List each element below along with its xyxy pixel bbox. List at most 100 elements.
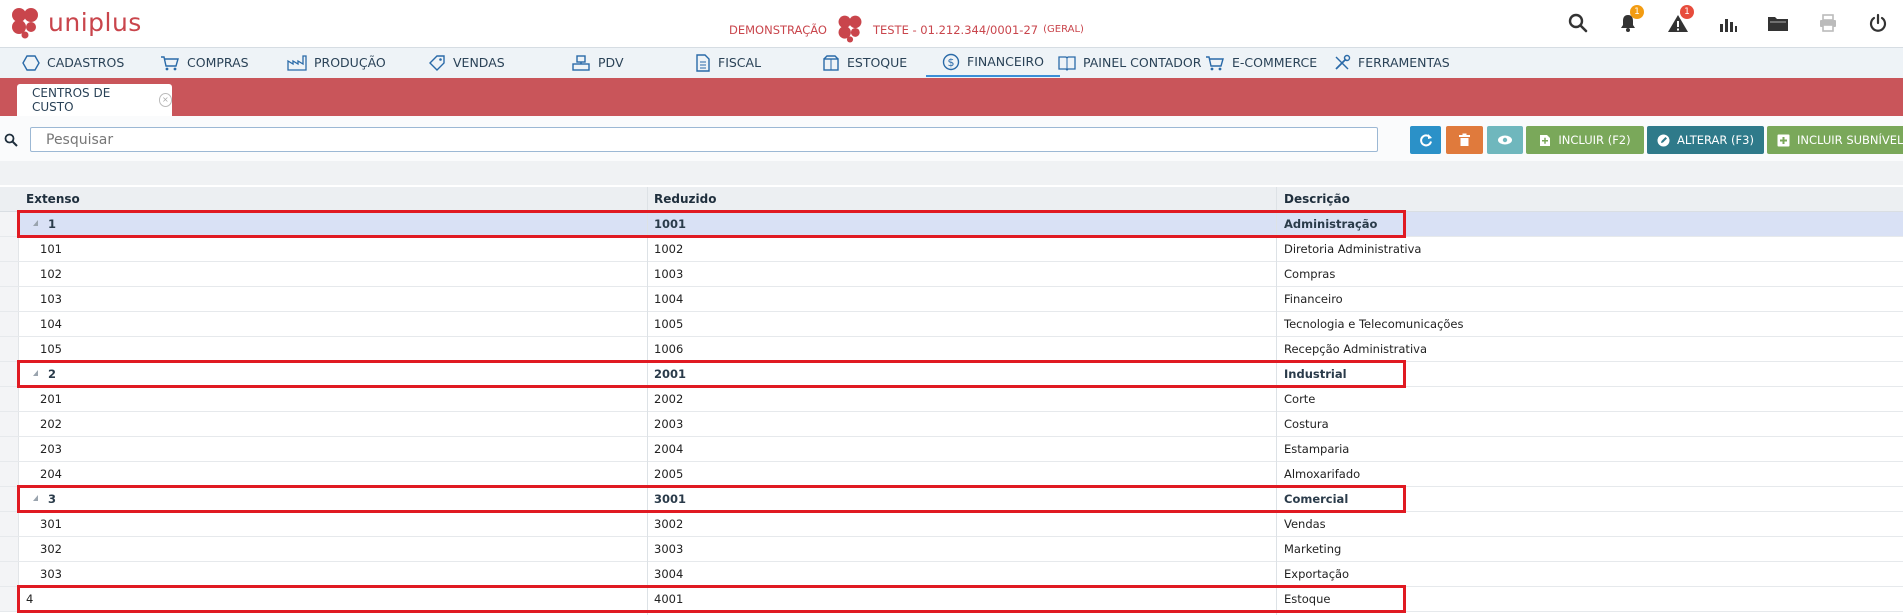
nav-financeiro[interactable]: $ FINANCEIRO	[926, 48, 1060, 77]
row-gutter	[0, 412, 19, 436]
row-gutter	[0, 337, 19, 361]
cell-descricao: Almoxarifado	[1284, 467, 1361, 481]
cell-descricao: Recepção Administrativa	[1284, 342, 1427, 356]
cell-extenso: 302	[40, 542, 62, 556]
row-gutter	[0, 437, 19, 461]
incluir-subnivel-button[interactable]: INCLUIR SUBNÍVEL	[1767, 126, 1903, 154]
group-row[interactable]: 2 2001 Industrial	[0, 362, 1903, 387]
row-gutter	[0, 312, 19, 336]
row-gutter	[0, 462, 19, 486]
row-gutter	[0, 237, 19, 261]
reports-button[interactable]	[1703, 0, 1753, 46]
power-icon	[1869, 13, 1887, 32]
cell-extenso: 301	[40, 517, 62, 531]
table-row[interactable]: 201 2002 Corte	[0, 387, 1903, 412]
table-row[interactable]: 104 1005 Tecnologia e Telecomunicações	[0, 312, 1903, 337]
cart-icon	[161, 55, 179, 70]
cell-extenso: 201	[40, 392, 62, 406]
nav-label: FISCAL	[718, 55, 762, 70]
cell-extenso: 104	[40, 317, 62, 331]
cell-extenso: 102	[40, 267, 62, 281]
logo-icon	[12, 8, 38, 39]
column-divider	[647, 187, 648, 615]
cell-reduzido: 2004	[654, 442, 684, 456]
cell-reduzido: 2005	[654, 467, 684, 481]
cell-reduzido: 2002	[654, 392, 684, 406]
expand-toggle-icon[interactable]	[33, 220, 38, 226]
trash-icon	[1459, 133, 1470, 146]
table-row[interactable]: 204 2005 Almoxarifado	[0, 462, 1903, 487]
print-button[interactable]	[1803, 0, 1853, 46]
eye-icon	[1498, 135, 1512, 145]
edit-icon	[1657, 134, 1670, 146]
nav-label: COMPRAS	[187, 55, 249, 70]
cell-descricao: Diretoria Administrativa	[1284, 242, 1422, 256]
plus-square-icon	[1777, 134, 1790, 146]
table-row[interactable]: 203 2004 Estamparia	[0, 437, 1903, 462]
cell-reduzido: 2003	[654, 417, 684, 431]
view-button[interactable]	[1487, 126, 1523, 154]
cell-descricao: Exportação	[1284, 567, 1350, 581]
search-input[interactable]	[30, 127, 1378, 152]
notifications-button[interactable]: 1	[1603, 0, 1653, 46]
search-button[interactable]	[1553, 0, 1603, 46]
expand-toggle-icon[interactable]	[33, 495, 38, 501]
nav-compras[interactable]: COMPRAS	[160, 48, 249, 77]
nav-painel-contador[interactable]: PAINEL CONTADOR	[1058, 48, 1201, 77]
search-icon	[1568, 13, 1588, 33]
table-row[interactable]: 302 3003 Marketing	[0, 537, 1903, 562]
group-row[interactable]: 1 1001 Administração	[0, 212, 1903, 237]
table-row[interactable]: 301 3002 Vendas	[0, 512, 1903, 537]
cell-extenso: 2	[48, 367, 57, 381]
table-row[interactable]: 303 3004 Exportação	[0, 562, 1903, 587]
demo-label: DEMONSTRAÇÃO	[729, 22, 827, 37]
uniplus-logo[interactable]: uniplus	[8, 4, 142, 40]
table-row[interactable]: 202 2003 Costura	[0, 412, 1903, 437]
search-icon	[4, 132, 18, 151]
tab-centros-de-custo[interactable]: CENTROS DE CUSTO ×	[17, 84, 172, 116]
cell-descricao: Estoque	[1284, 592, 1331, 606]
alerts-button[interactable]: 1	[1653, 0, 1703, 46]
delete-button[interactable]	[1446, 126, 1483, 154]
cell-reduzido: 1004	[654, 292, 684, 306]
nav-vendas[interactable]: VENDAS	[428, 48, 505, 77]
nav-label: CADASTROS	[47, 55, 125, 70]
nav-estoque[interactable]: ESTOQUE	[822, 48, 907, 77]
cell-extenso: 101	[40, 242, 62, 256]
tab-strip: CENTROS DE CUSTO ×	[0, 78, 1903, 116]
table-row[interactable]: 102 1003 Compras	[0, 262, 1903, 287]
table-row[interactable]: 101 1002 Diretoria Administrativa	[0, 237, 1903, 262]
incluir-subnivel-label: INCLUIR SUBNÍVEL	[1797, 133, 1903, 147]
alterar-button[interactable]: ALTERAR (F3)	[1647, 126, 1764, 154]
incluir-label: INCLUIR (F2)	[1558, 133, 1631, 147]
cell-extenso: 3	[48, 492, 57, 506]
documents-button[interactable]	[1753, 0, 1803, 46]
column-extenso[interactable]: Extenso	[26, 192, 80, 206]
logout-button[interactable]	[1853, 0, 1903, 46]
incluir-button[interactable]: INCLUIR (F2)	[1526, 126, 1644, 154]
cell-descricao: Administração	[1284, 217, 1378, 231]
nav-ferramentas[interactable]: FERRAMENTAS	[1333, 48, 1450, 77]
brand-name: uniplus	[48, 7, 142, 37]
column-descricao[interactable]: Descrição	[1284, 192, 1350, 206]
column-reduzido[interactable]: Reduzido	[654, 192, 716, 206]
table-row[interactable]: 105 1006 Recepção Administrativa	[0, 337, 1903, 362]
nav-ecommerce[interactable]: E-COMMERCE	[1205, 48, 1317, 77]
expand-toggle-icon[interactable]	[33, 370, 38, 376]
nav-cadastros[interactable]: CADASTROS	[22, 48, 124, 77]
cell-descricao: Compras	[1284, 267, 1336, 281]
nav-fiscal[interactable]: FISCAL	[695, 48, 761, 77]
cell-reduzido: 3004	[654, 567, 684, 581]
close-tab-icon[interactable]: ×	[158, 93, 172, 107]
nav-pdv[interactable]: PDV	[571, 48, 624, 77]
row-gutter	[0, 537, 19, 561]
table-row[interactable]: 103 1004 Financeiro	[0, 287, 1903, 312]
cell-descricao: Comercial	[1284, 492, 1349, 506]
table-row[interactable]: 4 4001 Estoque	[0, 587, 1903, 612]
row-gutter	[0, 587, 19, 611]
main-nav: CADASTROS COMPRAS PRODUÇÃO VENDAS PDV FI…	[0, 47, 1903, 79]
group-row[interactable]: 3 3001 Comercial	[0, 487, 1903, 512]
refresh-button[interactable]	[1410, 126, 1441, 154]
nav-label: PDV	[598, 55, 624, 70]
nav-producao[interactable]: PRODUÇÃO	[287, 48, 386, 77]
